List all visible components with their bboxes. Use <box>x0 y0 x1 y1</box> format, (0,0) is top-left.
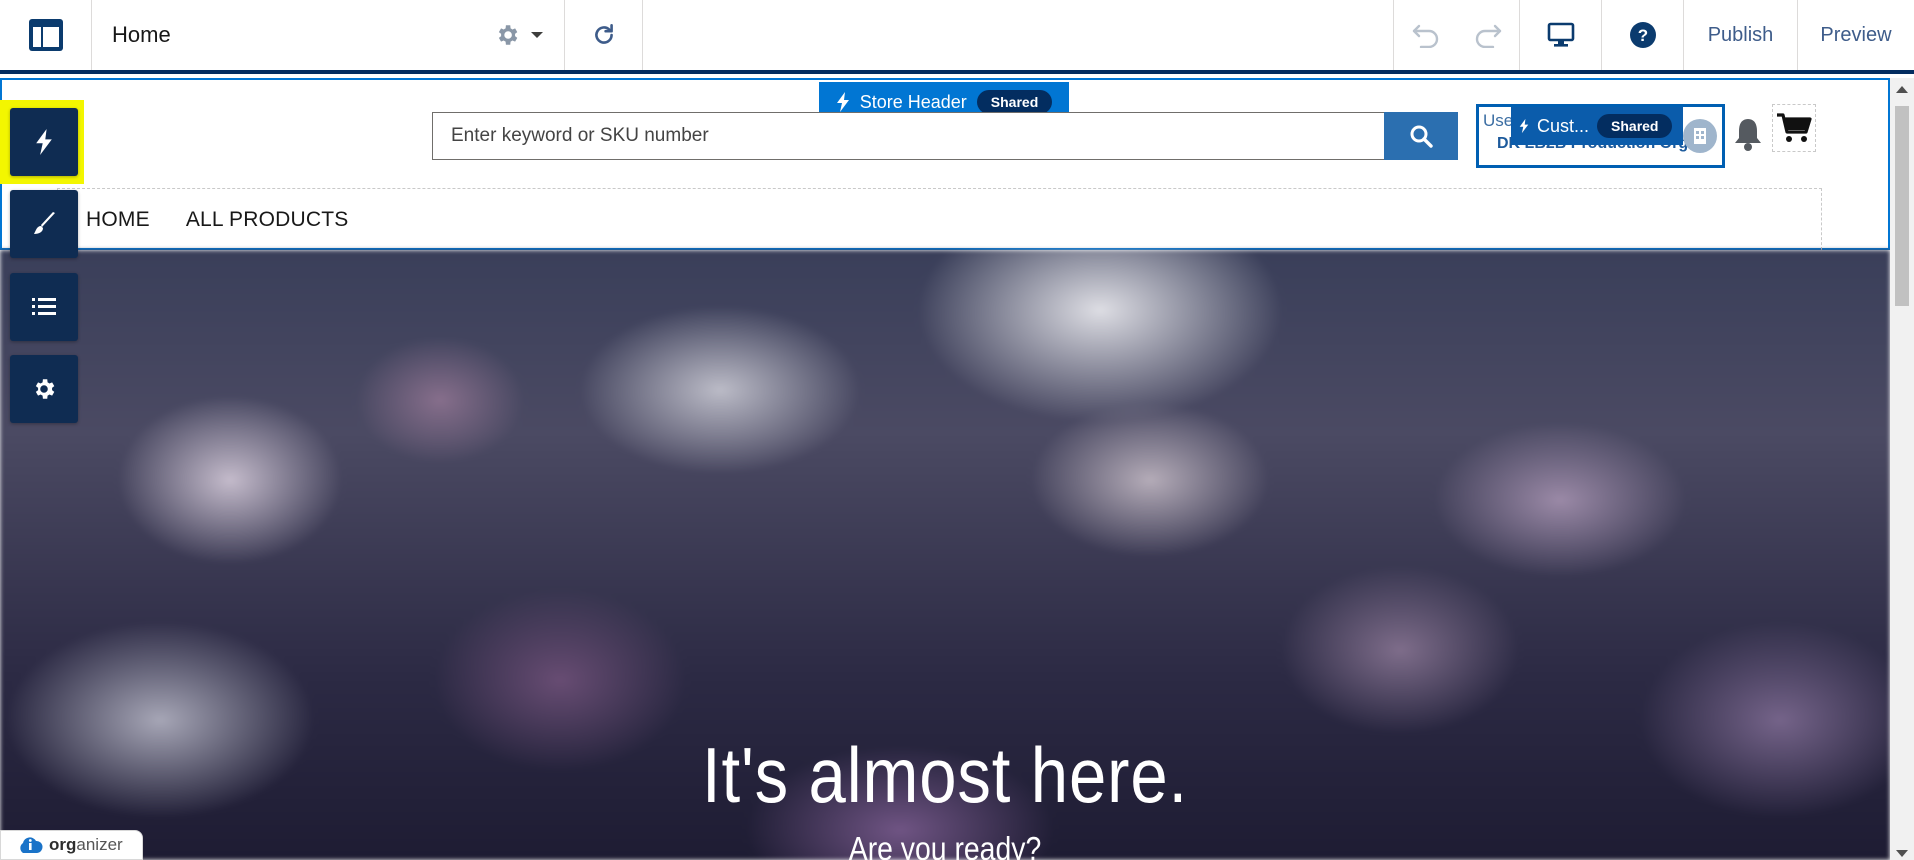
store-header-region[interactable]: Store Header Shared User DK LB2B Product… <box>0 78 1890 250</box>
hero-title: It's almost here. <box>701 731 1188 819</box>
brush-icon <box>34 212 55 234</box>
components-button[interactable] <box>10 108 78 176</box>
customer-component-label: Cust... <box>1537 115 1590 136</box>
shared-badge: Shared <box>1597 114 1673 138</box>
organizer-brand-rest: anizer <box>76 835 123 854</box>
layout-icon <box>28 19 63 51</box>
cart-button[interactable] <box>1772 104 1816 152</box>
organizer-brand-bold: org <box>49 835 77 854</box>
desktop-icon <box>1547 22 1574 47</box>
toolbar-spacer <box>643 0 1394 70</box>
page-canvas: Store Header Shared User DK LB2B Product… <box>0 78 1914 860</box>
cart-icon <box>1777 113 1812 142</box>
redo-button[interactable] <box>1457 0 1520 70</box>
help-button[interactable]: ? <box>1602 0 1684 70</box>
account-avatar <box>1683 119 1717 153</box>
refresh-button[interactable] <box>565 0 643 70</box>
undo-icon <box>1412 24 1438 48</box>
store-header-label: Store Header <box>859 91 967 112</box>
search-bar <box>432 112 1458 160</box>
organizer-logo-icon <box>20 837 43 853</box>
publish-button[interactable]: Publish <box>1684 0 1798 70</box>
search-input[interactable] <box>432 112 1384 160</box>
scroll-up-arrow-icon[interactable] <box>1896 86 1908 93</box>
bell-icon <box>1735 119 1761 151</box>
scroll-thumb[interactable] <box>1895 106 1909 306</box>
customer-component-tag[interactable]: Cust... Shared <box>1511 107 1683 145</box>
search-button[interactable] <box>1384 112 1458 160</box>
gear-icon <box>498 25 518 45</box>
search-icon <box>1410 125 1433 148</box>
hero-banner: It's almost here. Are you ready? <box>0 250 1890 860</box>
svg-text:?: ? <box>1637 26 1647 45</box>
nav-all-products-link[interactable]: ALL PRODUCTS <box>186 208 349 232</box>
device-view-button[interactable] <box>1520 0 1602 70</box>
lightning-bolt-icon <box>836 92 849 112</box>
lightning-bolt-icon <box>1519 118 1529 134</box>
builder-toolbar: Home ? Publish Preview <box>0 0 1914 74</box>
chevron-down-icon <box>531 32 543 38</box>
current-page-name: Home <box>112 22 171 47</box>
page-settings-menu[interactable] <box>494 22 544 48</box>
refresh-icon <box>594 23 613 44</box>
list-icon <box>32 298 56 315</box>
preview-button[interactable]: Preview <box>1798 0 1914 70</box>
shared-badge: Shared <box>976 90 1053 114</box>
page-structure-button[interactable] <box>10 273 78 341</box>
nav-home-link[interactable]: HOME <box>86 208 150 232</box>
help-icon: ? <box>1629 22 1656 48</box>
notifications-bell[interactable] <box>1733 116 1763 152</box>
building-icon <box>1694 128 1706 144</box>
layout-panel-button[interactable] <box>0 0 92 70</box>
settings-button[interactable] <box>10 355 78 423</box>
organizer-extension-badge[interactable]: organizer <box>0 830 143 860</box>
page-selector[interactable]: Home <box>92 0 565 70</box>
redo-icon <box>1475 24 1502 48</box>
customer-profile-component[interactable]: User DK LB2B Production Org Cust... Shar… <box>1476 104 1725 168</box>
main-navigation: HOME ALL PRODUCTS <box>57 188 1822 250</box>
scroll-down-arrow-icon[interactable] <box>1896 850 1908 857</box>
canvas-scrollbar[interactable] <box>1890 78 1914 860</box>
lightning-bolt-icon <box>36 129 52 155</box>
undo-button[interactable] <box>1394 0 1457 70</box>
hero-subtitle: Are you ready? <box>848 830 1042 860</box>
theme-button[interactable] <box>10 190 78 258</box>
gear-icon <box>35 379 55 399</box>
